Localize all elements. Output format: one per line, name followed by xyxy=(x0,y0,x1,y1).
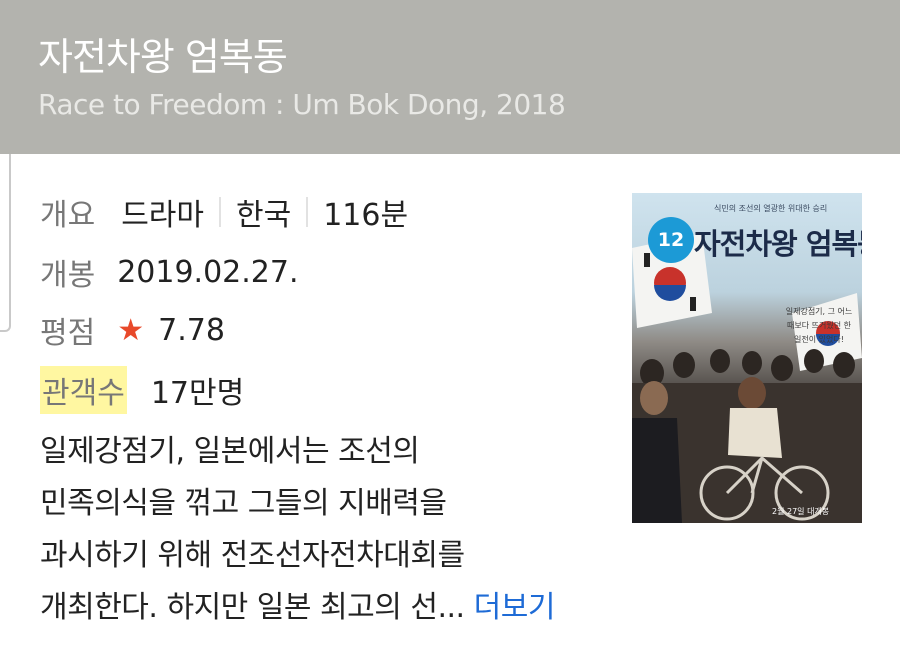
overview-row: 개요 드라마 한국 116분 xyxy=(40,190,408,234)
movie-subtitle: Race to Freedom : Um Bok Dong, 2018 xyxy=(38,88,566,121)
poster-title: 자전차왕 엄복동 xyxy=(694,227,862,261)
star-icon: ★ xyxy=(117,312,145,348)
synopsis: 일제강점기, 일본에서는 조선의 민족의식을 꺾고 그들의 지배력을 과시하기 … xyxy=(40,426,620,634)
rating-value: 7.78 xyxy=(158,312,225,348)
overview-label: 개요 xyxy=(40,198,96,233)
rating-label: 평점 xyxy=(40,316,96,351)
card-edge-divider xyxy=(0,154,11,332)
synopsis-line-last: 개최한다. 하지만 일본 최고의 선... 더보기 xyxy=(40,582,620,634)
poster-tagline: 식민의 조선의 열광한 위대한 승리 xyxy=(714,204,828,213)
age-rating-badge: 12 xyxy=(648,217,694,263)
movie-poster[interactable]: 식민의 조선의 열광한 위대한 승리 12 자전차왕 엄복동 일제강점기, 그 … xyxy=(632,193,862,523)
audience-value: 17만명 xyxy=(150,376,245,411)
divider xyxy=(306,197,309,227)
rating-row: 평점 ★ 7.78 xyxy=(40,308,225,352)
poster-release-text: 2월 27일 대개봉 xyxy=(772,507,830,516)
synopsis-line: 개최한다. 하지만 일본 최고의 선... xyxy=(40,590,465,625)
synopsis-line: 과시하기 위해 전조선자전차대회를 xyxy=(40,538,465,573)
release-date-value: 2019.02.27. xyxy=(117,254,299,290)
synopsis-line: 일제강점기, 일본에서는 조선의 xyxy=(40,434,420,469)
runtime-value: 116분 xyxy=(323,198,409,233)
movie-title: 자전차왕 엄복동 xyxy=(38,35,288,79)
release-label: 개봉 xyxy=(40,258,96,293)
divider xyxy=(219,197,222,227)
movie-header: 자전차왕 엄복동 Race to Freedom : Um Bok Dong, … xyxy=(0,0,900,154)
release-row: 개봉 2019.02.27. xyxy=(40,250,299,294)
country-value: 한국 xyxy=(236,198,292,233)
poster-copy: 일제강점기, 그 어느 때보다 뜨거웠던 한일전이 있었다! xyxy=(785,307,853,344)
more-link[interactable]: 더보기 xyxy=(474,590,556,625)
audience-label: 관객수 xyxy=(40,366,127,414)
synopsis-line: 민족의식을 꺾고 그들의 지배력을 xyxy=(40,486,447,521)
genre-value: 드라마 xyxy=(121,198,205,233)
audience-row: 관객수 17만명 xyxy=(40,366,244,414)
